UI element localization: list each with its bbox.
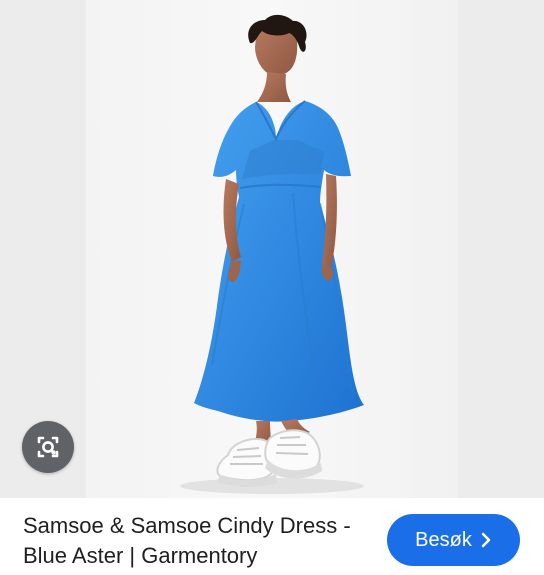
image-preview-area[interactable] [0, 0, 544, 498]
image-search-button[interactable] [22, 421, 74, 473]
visit-button[interactable]: Besøk [387, 514, 520, 566]
product-title[interactable]: Samsoe & Samsoe Cindy Dress - Blue Aster… [23, 511, 373, 571]
result-caption-bar: Samsoe & Samsoe Cindy Dress - Blue Aster… [0, 498, 544, 575]
product-photo[interactable] [86, 0, 458, 498]
chevron-right-icon [481, 532, 491, 548]
image-search-icon [37, 436, 59, 458]
image-result-card: Samsoe & Samsoe Cindy Dress - Blue Aster… [0, 0, 544, 575]
visit-button-label: Besøk [415, 528, 472, 551]
